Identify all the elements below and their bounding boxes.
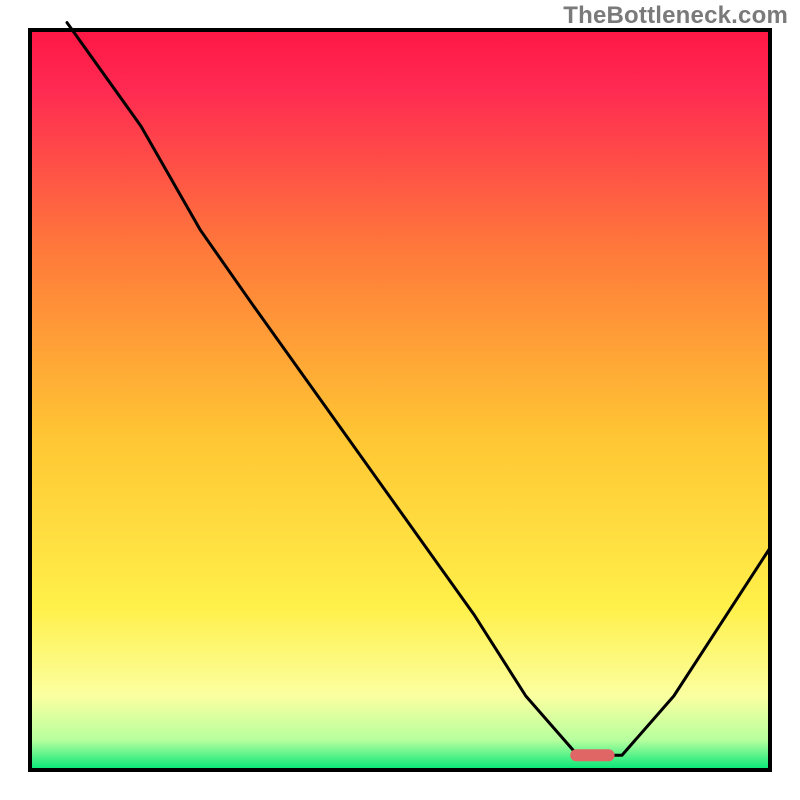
chart-container: TheBottleneck.com xyxy=(0,0,800,800)
watermark-text: TheBottleneck.com xyxy=(563,2,788,30)
bottleneck-chart xyxy=(0,0,800,800)
plot-background xyxy=(30,30,770,770)
optimal-marker xyxy=(570,749,614,761)
